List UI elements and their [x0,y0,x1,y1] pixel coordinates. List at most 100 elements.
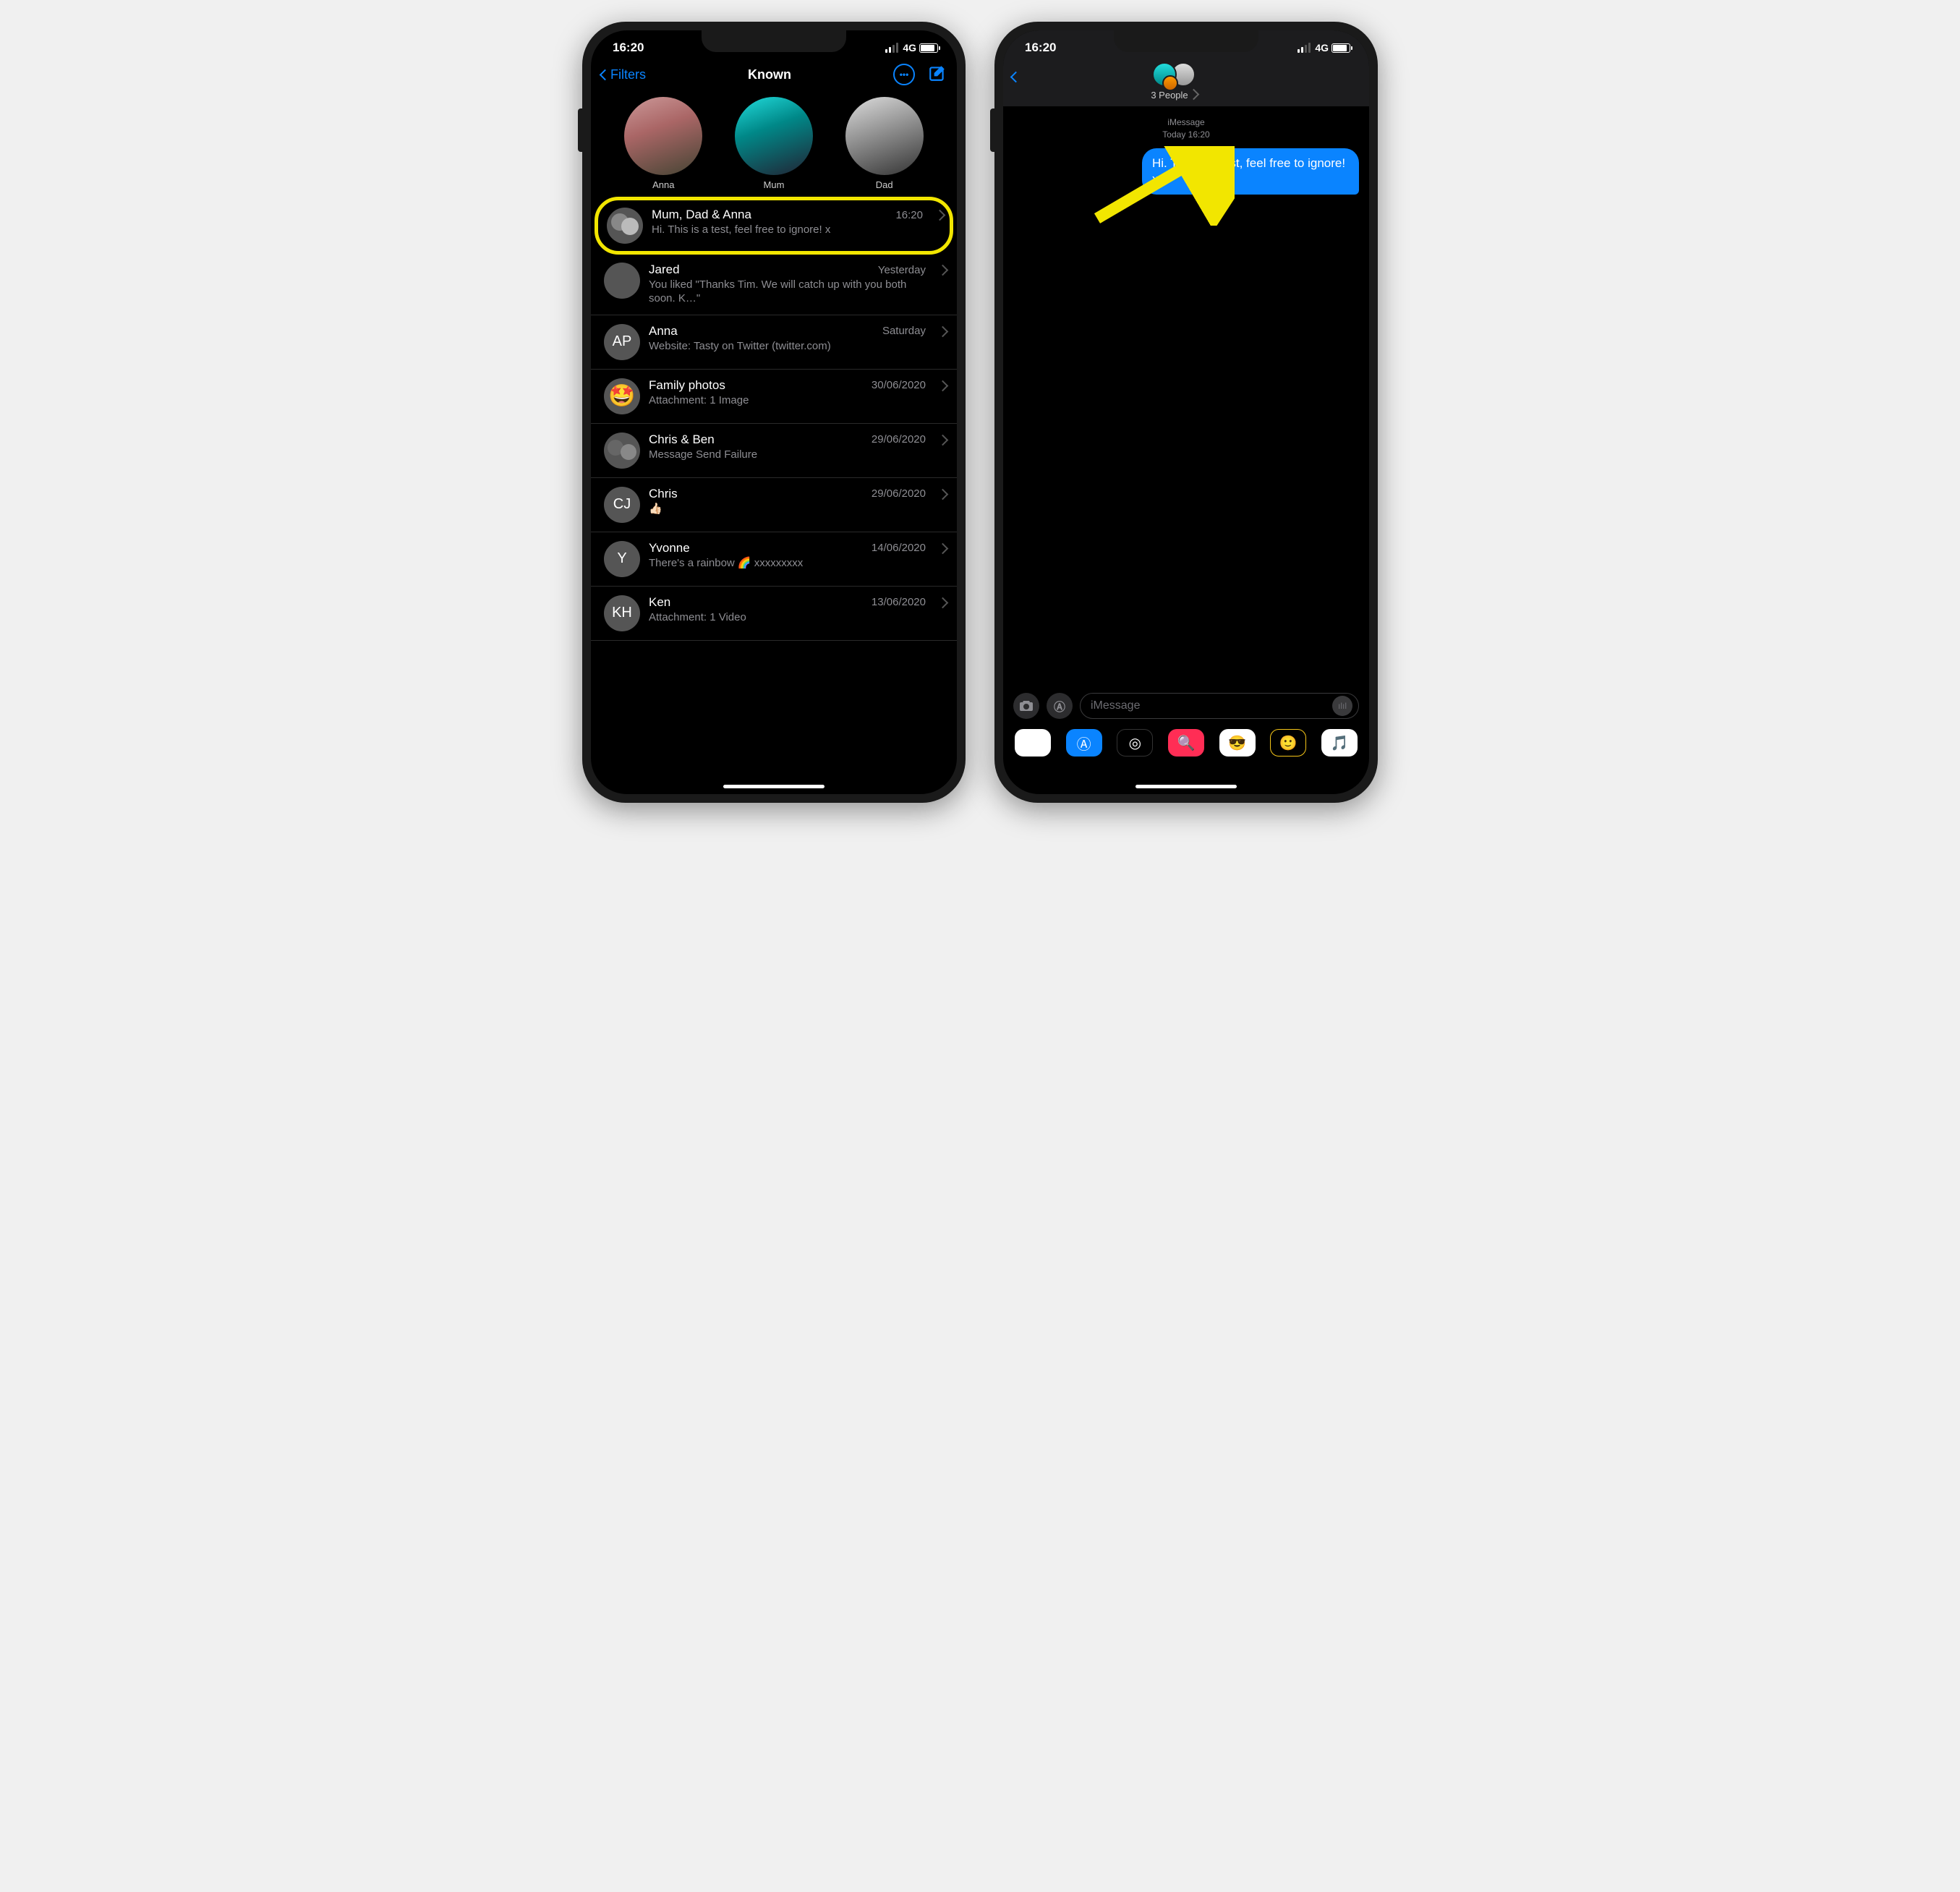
app-photos[interactable]: ❖ [1015,729,1051,757]
avatar [845,97,924,175]
avatar [607,208,643,244]
conversation-row[interactable]: AP Anna Saturday Website: Tasty on Twitt… [591,315,957,370]
app-strip: ❖ Ⓐ ◎ 🔍 😎 🙂 🎵 [1010,723,1362,757]
conversation-row[interactable]: 🤩 Family photos 30/06/2020 Attachment: 1… [591,370,957,424]
signal-icon [885,43,898,53]
row-time: 30/06/2020 [872,379,926,391]
app-animoji[interactable]: 🙂 [1270,729,1306,757]
input-area: Ⓐ iMessage ılıl ❖ Ⓐ ◎ 🔍 😎 🙂 🎵 [1003,689,1369,757]
chevron-right-icon [939,324,947,339]
phone-right: 16:20 4G 3 People [994,22,1378,803]
compose-icon [928,64,947,82]
service-label: iMessage [1013,116,1359,129]
row-time: 29/06/2020 [872,487,926,500]
status-time: 16:20 [1025,41,1056,55]
header-title: 3 People [1151,90,1188,101]
pinned-label: Dad [876,179,893,190]
conversation-row[interactable]: Mum, Dad & Anna 16:20 Hi. This is a test… [598,200,950,251]
pinned-label: Anna [652,179,674,190]
timestamp: Today 16:20 [1013,129,1359,141]
row-name: Family photos [649,378,725,393]
back-label: Filters [610,67,646,82]
avatar [604,263,640,299]
row-time: 14/06/2020 [872,542,926,554]
pinned-row: Anna Mum Dad [591,91,957,197]
app-search[interactable]: 🔍 [1168,729,1204,757]
nav-bar: Filters Known ••• [591,58,957,91]
home-indicator[interactable] [1135,785,1237,788]
conversation-row[interactable]: Y Yvonne 14/06/2020 There's a rainbow 🌈 … [591,532,957,587]
battery-icon [1331,43,1350,53]
chevron-right-icon [939,541,947,556]
avatar: Y [604,541,640,577]
row-time: 16:20 [895,209,923,221]
more-button[interactable]: ••• [893,64,915,85]
app-appstore[interactable]: Ⓐ [1066,729,1102,757]
chevron-right-icon [939,432,947,448]
pinned-contact[interactable]: Mum [735,97,813,190]
ellipsis-icon: ••• [900,69,909,80]
back-button[interactable] [1012,62,1020,87]
appstore-button[interactable]: Ⓐ [1047,693,1073,719]
group-avatars [1152,62,1196,87]
app-activity[interactable]: ◎ [1117,729,1153,757]
conversation-row[interactable]: KH Ken 13/06/2020 Attachment: 1 Video [591,587,957,641]
pinned-contact[interactable]: Dad [845,97,924,190]
audio-record-button[interactable]: ılıl [1332,696,1352,716]
conversation-row[interactable]: Chris & Ben 29/06/2020 Message Send Fail… [591,424,957,478]
chevron-right-icon [936,208,944,223]
row-preview: Attachment: 1 Video [649,611,926,625]
chevron-left-icon [1012,62,1020,86]
row-name: Yvonne [649,541,690,555]
avatar [735,97,813,175]
avatar: CJ [604,487,640,523]
camera-icon [1019,700,1034,712]
sent-message-bubble[interactable]: Hi. This is a test, feel free to ignore!… [1142,148,1359,195]
row-preview: Website: Tasty on Twitter (twitter.com) [649,340,926,354]
row-preview: Message Send Failure [649,448,926,462]
back-button[interactable]: Filters [601,67,646,82]
chevron-right-icon [939,595,947,610]
avatar: AP [604,324,640,360]
app-memoji[interactable]: 😎 [1219,729,1256,757]
compose-button[interactable] [928,64,947,82]
waveform-icon: ılıl [1338,701,1347,711]
message-meta: iMessage Today 16:20 [1013,116,1359,141]
message-area: iMessage Today 16:20 Hi. This is a test,… [1003,106,1369,205]
notch [1114,30,1258,52]
pinned-contact[interactable]: Anna [624,97,702,190]
row-preview: You liked "Thanks Tim. We will catch up … [649,278,926,306]
status-right: 4G [1298,42,1350,54]
row-preview: There's a rainbow 🌈 xxxxxxxxx [649,557,926,571]
status-time: 16:20 [613,41,644,55]
row-name: Mum, Dad & Anna [652,208,751,222]
nav-bar: 3 People [1003,58,1369,101]
conversation-row[interactable]: CJ Chris 29/06/2020 👍🏻 [591,478,957,532]
camera-button[interactable] [1013,693,1039,719]
conversation-list: Mum, Dad & Anna 16:20 Hi. This is a test… [591,200,957,641]
chevron-left-icon [601,67,609,82]
input-placeholder: iMessage [1091,699,1140,712]
row-preview: Hi. This is a test, feel free to ignore!… [652,223,923,237]
row-name: Ken [649,595,670,610]
row-time: Saturday [882,325,926,337]
chevron-right-icon [939,487,947,502]
phone-left: 16:20 4G Filters Known ••• [582,22,966,803]
row-time: Yesterday [878,264,926,276]
pinned-label: Mum [764,179,785,190]
chevron-right-icon [939,378,947,393]
chevron-right-icon [1190,90,1198,101]
appstore-icon: Ⓐ [1054,697,1065,715]
row-name: Chris [649,487,678,501]
row-name: Anna [649,324,678,338]
row-time: 13/06/2020 [872,596,926,608]
home-indicator[interactable] [723,785,825,788]
conversation-header[interactable]: 3 People [1151,62,1197,101]
avatar: KH [604,595,640,631]
page-title: Known [748,67,791,82]
app-music[interactable]: 🎵 [1321,729,1358,757]
avatar [604,432,640,469]
conversation-row[interactable]: Jared Yesterday You liked "Thanks Tim. W… [591,254,957,315]
row-name: Chris & Ben [649,432,715,447]
message-input[interactable]: iMessage ılıl [1080,693,1359,719]
